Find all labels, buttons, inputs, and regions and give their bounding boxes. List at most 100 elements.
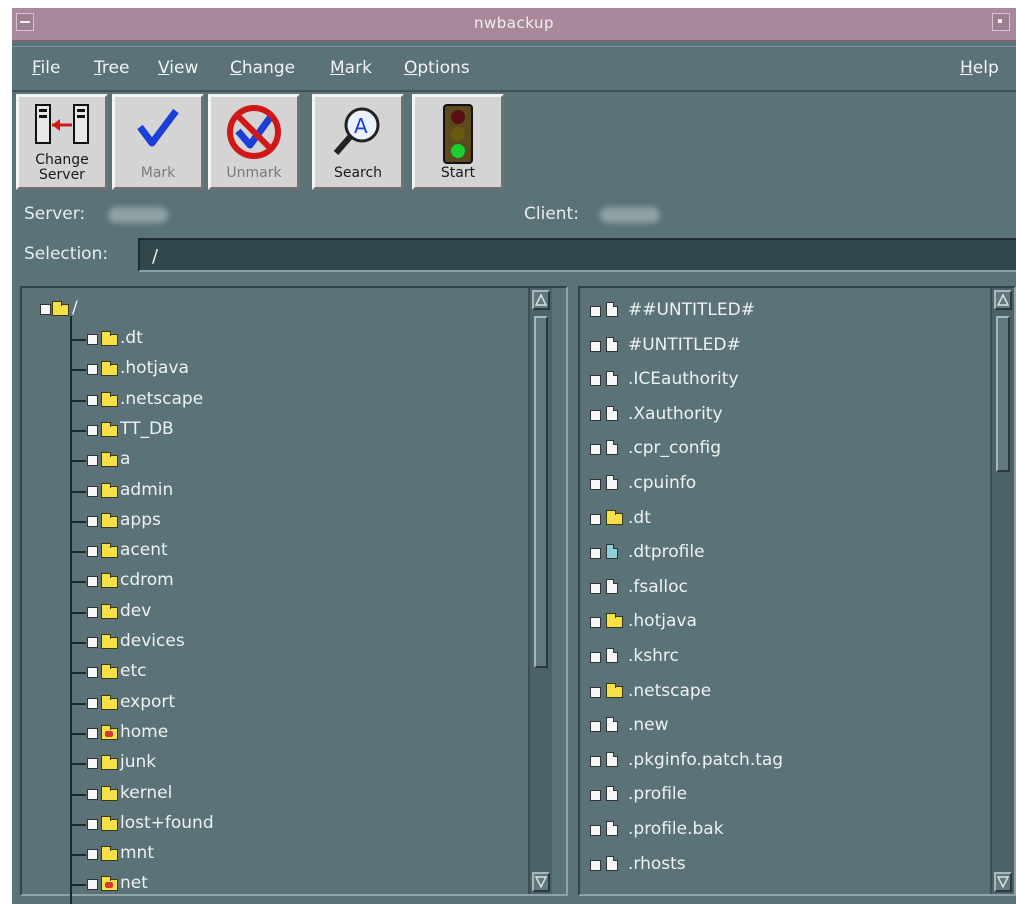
- tree-item-checkbox[interactable]: [87, 394, 98, 406]
- scroll-up-arrow-icon[interactable]: [994, 290, 1012, 310]
- file-checkbox[interactable]: [590, 825, 601, 836]
- tree-branch: [70, 490, 86, 493]
- file-checkbox[interactable]: [590, 652, 601, 663]
- menu-file[interactable]: File: [32, 58, 60, 78]
- file-icon: [606, 405, 618, 421]
- tree-item-checkbox[interactable]: [87, 727, 98, 739]
- scroll-down-arrow-icon[interactable]: [994, 872, 1012, 892]
- change-server-label: Change Server: [35, 152, 89, 183]
- tree-item-label: admin: [120, 479, 174, 500]
- tree-item-checkbox[interactable]: [87, 606, 98, 618]
- unmark-button[interactable]: Unmark: [208, 94, 300, 190]
- file-checkbox[interactable]: [590, 859, 601, 871]
- backup-window: nwbackup File Tree View Change Mark Opti…: [12, 8, 1016, 904]
- folder-icon: [101, 361, 118, 377]
- tree-branch: [70, 854, 86, 857]
- file-checkbox[interactable]: [590, 340, 601, 352]
- menu-help[interactable]: Help: [960, 58, 999, 78]
- tree-item-label: .dt: [120, 328, 143, 348]
- tree-item-label: net: [120, 873, 148, 894]
- tree-item-checkbox[interactable]: [87, 576, 98, 588]
- tree-item-checkbox[interactable]: [87, 788, 98, 800]
- file-checkbox[interactable]: [590, 790, 601, 802]
- tree-item-label: acent: [120, 540, 168, 561]
- file-list-pane: ##UNTITLED# #UNTITLED# .ICEauthority .Xauth…: [578, 286, 1016, 896]
- selection-field[interactable]: /: [138, 238, 1016, 272]
- tree-item-label: export: [120, 691, 176, 712]
- file-checkbox[interactable]: [590, 479, 601, 490]
- file-icon: [606, 786, 618, 802]
- file-checkbox[interactable]: [590, 617, 601, 629]
- tree-item-checkbox[interactable]: [87, 455, 98, 467]
- file-icon: [606, 648, 618, 663]
- file-checkbox[interactable]: [590, 582, 601, 594]
- tree-scroll-thumb[interactable]: [534, 316, 548, 668]
- search-button[interactable]: A Search: [312, 94, 404, 190]
- folder-icon: [101, 331, 118, 346]
- file-checkbox[interactable]: [590, 444, 601, 456]
- start-button[interactable]: Start: [412, 94, 504, 190]
- tree-item-checkbox[interactable]: [87, 334, 98, 345]
- file-checkbox[interactable]: [590, 721, 601, 733]
- file-icon: [606, 717, 618, 733]
- tree-root-label: /: [72, 298, 78, 318]
- minimize-button[interactable]: [992, 13, 1010, 31]
- tree-item-label: mnt: [120, 843, 154, 864]
- file-name: .rhosts: [628, 853, 686, 874]
- menu-view[interactable]: View: [158, 58, 198, 78]
- file-name: .Xauthority: [628, 403, 723, 424]
- tree-item-label: dev: [120, 600, 152, 621]
- tree-item-checkbox[interactable]: [87, 424, 98, 436]
- tree-item-label: TT_DB: [120, 418, 174, 439]
- tree-item-checkbox[interactable]: [87, 818, 98, 830]
- scroll-up-arrow-icon[interactable]: [532, 290, 550, 310]
- tree-item-label: .netscape: [120, 388, 204, 409]
- menu-change[interactable]: Change: [230, 58, 295, 78]
- mark-button[interactable]: Mark: [112, 94, 204, 190]
- file-checkbox[interactable]: [590, 306, 601, 317]
- tree-branch: [70, 793, 86, 796]
- file-icon: [606, 371, 618, 387]
- tree-item-checkbox[interactable]: [87, 364, 98, 376]
- tree-root-checkbox[interactable]: [40, 304, 51, 315]
- file-checkbox[interactable]: [590, 513, 601, 525]
- tree-item-checkbox[interactable]: [87, 697, 98, 709]
- file-icon: [606, 578, 618, 594]
- tree-item-checkbox[interactable]: [87, 758, 98, 770]
- file-checkbox[interactable]: [590, 548, 601, 560]
- file-name: .netscape: [628, 680, 712, 701]
- tree-item-checkbox[interactable]: [87, 849, 98, 861]
- menu-tree[interactable]: Tree: [94, 58, 129, 78]
- title-bar[interactable]: nwbackup: [12, 8, 1016, 42]
- menu-mark[interactable]: Mark: [330, 58, 372, 78]
- tree-item-checkbox[interactable]: [87, 637, 98, 648]
- menu-options[interactable]: Options: [404, 58, 470, 78]
- tree-item-label: a: [120, 449, 131, 470]
- file-checkbox[interactable]: [590, 755, 601, 767]
- tree-branch: [70, 581, 86, 584]
- file-name: .cpuinfo: [628, 473, 697, 493]
- tree-item-checkbox[interactable]: [87, 515, 98, 527]
- tree-item-checkbox[interactable]: [87, 667, 98, 679]
- file-checkbox[interactable]: [590, 409, 601, 421]
- tree-item-checkbox[interactable]: [87, 485, 98, 497]
- tree-scrollbar[interactable]: [528, 288, 552, 894]
- file-icon: [606, 336, 618, 352]
- tree-item-checkbox[interactable]: [87, 879, 98, 891]
- folder-icon: [101, 482, 118, 498]
- scroll-down-arrow-icon[interactable]: [532, 872, 550, 892]
- file-checkbox[interactable]: [590, 686, 601, 698]
- tree-branch: [70, 884, 86, 887]
- file-icon: [606, 475, 618, 490]
- file-scrollbar[interactable]: [990, 288, 1014, 894]
- folder-icon: [101, 815, 118, 831]
- tree-item-checkbox[interactable]: [87, 546, 98, 558]
- file-scroll-thumb[interactable]: [996, 316, 1010, 472]
- file-name: ##UNTITLED#: [628, 300, 755, 320]
- change-server-button[interactable]: Change Server: [16, 94, 108, 190]
- file-name: .kshrc: [628, 646, 679, 666]
- folder-icon: [101, 452, 118, 468]
- folder-icon: [101, 694, 118, 710]
- folder-icon: [101, 876, 118, 892]
- file-checkbox[interactable]: [590, 375, 601, 387]
